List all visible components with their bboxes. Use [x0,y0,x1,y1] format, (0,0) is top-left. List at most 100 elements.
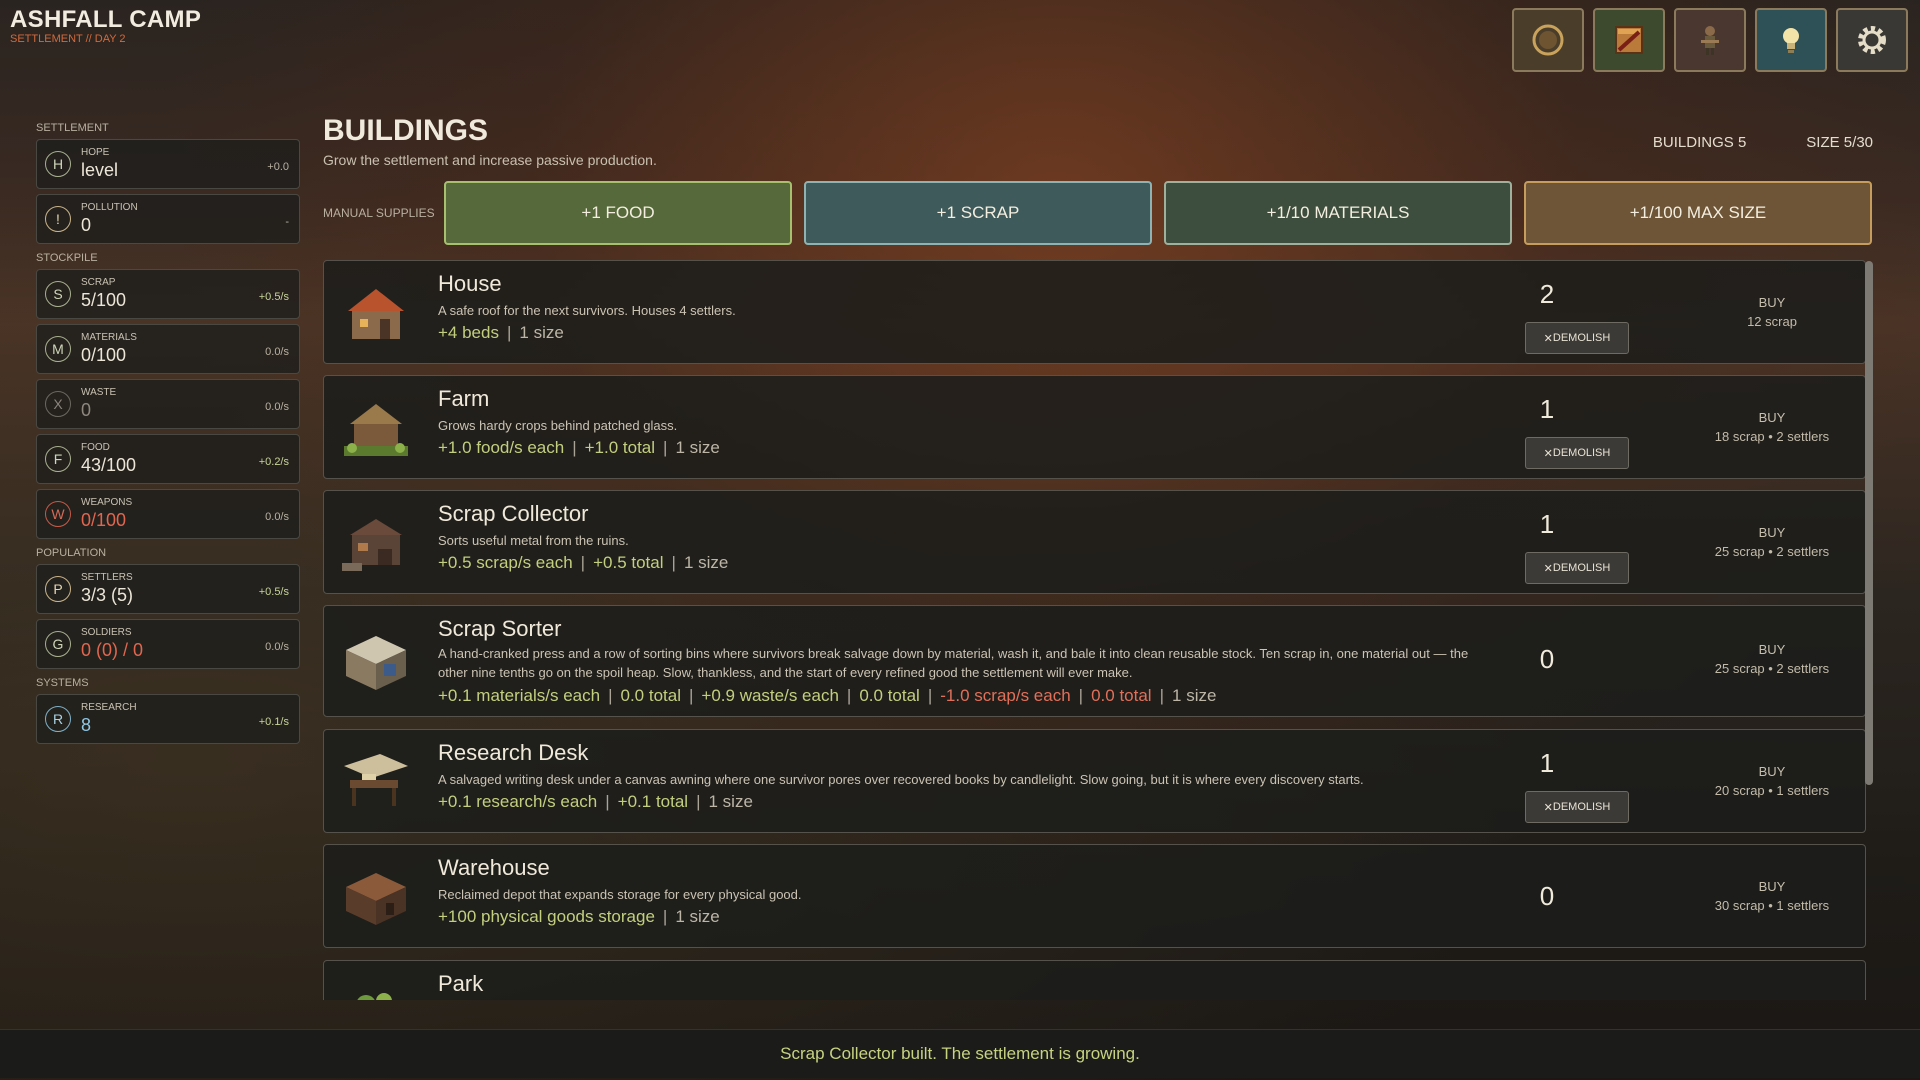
demolish-label: DEMOLISH [1552,562,1611,574]
manual-supplies-label: MANUAL SUPPLIES [323,206,435,220]
stat-value: level [81,160,119,180]
demolish-label: DEMOLISH [1552,332,1611,344]
stat-rate: +0.0 [267,161,289,173]
scrap-sorter-building-icon [346,636,406,690]
building-stats: +0.1 materials/s each | 0.0 total | +0.9 was… [438,686,1216,706]
add-materials-button[interactable]: +1/10 MATERIALS [1164,181,1512,245]
building-list[interactable]: House A safe roof for the next survivors… [323,260,1866,1000]
demolish-button[interactable]: ✕ DEMOLISH [1525,437,1629,469]
soldier-icon [1701,26,1719,55]
stat-scrap: S SCRAP 5/100 +0.5/s [36,269,300,319]
add-food-button[interactable]: +1 FOOD [444,181,792,245]
stat-rate: - [285,216,289,228]
buy-label: BUY [1758,410,1786,425]
stat-food-total: +1.0 total [584,438,656,457]
stat-separator: | [608,686,613,705]
buy-cost: 18 scrap • 2 settlers [1714,429,1830,444]
stat-settlers: P SETTLERS 3/3 (5) +0.5/s [36,564,300,614]
stat-size: 1 size [675,907,720,926]
buy-button[interactable]: BUY 25 scrap • 2 settlers [1672,642,1866,676]
building-list-scrollbar[interactable] [1865,261,1873,785]
stat-separator: | [688,686,694,705]
status-message: Scrap Collector built. The settlement is… [780,1044,1140,1063]
research-badge-icon: R [45,706,71,732]
settlers-badge-icon: P [45,576,71,602]
buy-label: BUY [1758,295,1786,310]
stat-waste-each: +0.9 waste/s each [701,686,839,705]
lightbulb-icon [1783,28,1799,53]
crate-icon [1615,26,1643,54]
building-count: 1 [1539,509,1555,539]
stat-size: 1 size [708,792,753,811]
stat-food-each: +1.0 food/s each [438,438,565,457]
section-label-stockpile: STOCKPILE [36,252,98,264]
building-stats: +0.1 research/s each | +0.1 total | 1 size [438,792,753,812]
building-name: House [438,271,502,296]
stat-separator: | [696,792,701,811]
building-description: A safe roof for the next survivors. Hous… [438,303,736,318]
stat-weapons: W WEAPONS 0/100 0.0/s [36,489,300,539]
building-count: 0 [1539,881,1555,911]
stat-rate: 0.0/s [265,346,289,358]
stat-soldiers: G SOLDIERS 0 (0) / 0 0.0/s [36,619,300,669]
buildings-count: BUILDINGS 5 [1652,134,1747,151]
buy-cost: 30 scrap • 1 settlers [1714,898,1830,913]
buy-button[interactable]: BUY 12 scrap [1672,295,1866,329]
building-name: Scrap Collector [438,501,589,526]
buy-button[interactable]: BUY 20 scrap • 1 settlers [1672,764,1866,798]
page-description: Grow the settlement and increase passive… [323,152,657,168]
building-stats: +4 beds | 1 size [438,323,564,343]
buy-label: BUY [1758,879,1786,894]
stat-beds: +4 beds [438,323,499,342]
stat-value: 8 [81,715,92,735]
stat-value: 0/100 [81,345,127,365]
stat-size: 1 size [519,323,564,342]
stat-label: RESEARCH [81,702,137,713]
buy-button[interactable]: BUY 18 scrap • 2 settlers [1672,410,1866,444]
building-card-house: House A safe roof for the next survivors… [323,260,1866,364]
add-scrap-button[interactable]: +1 SCRAP [804,181,1152,245]
weapons-badge-icon: W [45,501,71,527]
stat-size: 1 size [675,438,720,457]
page-title: BUILDINGS [323,114,488,147]
stat-label: WEAPONS [81,497,133,508]
crate-button[interactable] [1593,8,1665,72]
buy-button[interactable]: BUY 30 scrap • 1 settlers [1672,879,1866,913]
stat-separator: | [1159,686,1165,705]
section-label-population: POPULATION [36,547,107,559]
demolish-button[interactable]: ✕ DEMOLISH [1525,322,1629,354]
stat-value: 0 [81,215,92,235]
stat-separator: | [663,438,668,457]
soldier-button[interactable] [1674,8,1746,72]
close-icon: ✕ [1543,562,1553,575]
building-count: 1 [1539,394,1555,424]
stat-separator: | [671,553,676,572]
compass-icon [1532,24,1564,56]
add-max-size-button[interactable]: +1/100 MAX SIZE [1524,181,1872,245]
stat-label: SETTLERS [81,572,133,583]
materials-badge-icon: M [45,336,71,362]
stat-scrap-each: +0.5 scrap/s each [438,553,573,572]
app-title: ASHFALL CAMP [10,6,202,33]
park-building-icon [357,993,392,1000]
compass-button[interactable] [1512,8,1584,72]
demolish-button[interactable]: ✕ DEMOLISH [1525,552,1629,584]
building-card-research-desk: Research Desk A salvaged writing desk un… [323,729,1866,833]
demolish-button[interactable]: ✕ DEMOLISH [1525,791,1629,823]
building-count: 0 [1539,644,1555,674]
research-desk-building-icon [344,754,408,806]
stat-waste-total: 0.0 total [859,686,920,705]
settings-button[interactable] [1836,8,1908,72]
stat-rate: 0.0/s [265,641,289,653]
buy-button[interactable]: BUY 25 scrap • 2 settlers [1672,525,1866,559]
building-card-scrap-collector: Scrap Collector Sorts useful metal from … [323,490,1866,594]
building-stats: +0.5 scrap/s each | +0.5 total | 1 size [438,553,728,573]
stat-scrap-each: -1.0 scrap/s each [940,686,1071,705]
demolish-label: DEMOLISH [1552,801,1611,813]
stat-rate: +0.5/s [258,291,289,303]
section-label-systems: SYSTEMS [36,677,89,689]
research-button[interactable] [1755,8,1827,72]
stat-label: SCRAP [81,277,116,288]
stat-value: 0/100 [81,510,127,530]
stat-separator: | [605,792,610,811]
